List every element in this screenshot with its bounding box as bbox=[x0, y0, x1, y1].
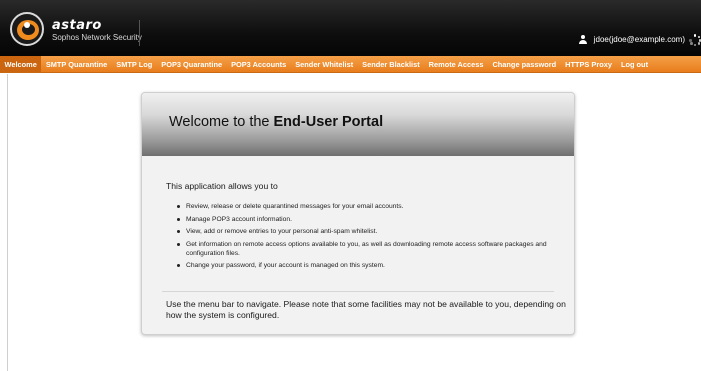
nav-sender-whitelist[interactable]: Sender Whitelist bbox=[291, 56, 358, 72]
top-header: astaro Sophos Network Security jdoe(jdoe… bbox=[0, 0, 701, 56]
nav-change-password[interactable]: Change password bbox=[488, 56, 561, 72]
panel-header: Welcome to the End-User Portal bbox=[142, 93, 574, 156]
user-icon bbox=[579, 35, 588, 44]
loading-spinner-icon bbox=[689, 34, 701, 46]
content-border bbox=[7, 74, 8, 371]
footer-note: Use the menu bar to navigate. Please not… bbox=[166, 299, 566, 320]
astaro-logo-icon bbox=[10, 12, 44, 46]
title-prefix: Welcome to the bbox=[169, 114, 274, 130]
welcome-panel: Welcome to the End-User Portal This appl… bbox=[141, 92, 575, 335]
list-item: Change your password, if your account is… bbox=[177, 261, 571, 270]
user-label: jdoe(jdoe@example.com) bbox=[593, 35, 685, 44]
nav-sender-blacklist[interactable]: Sender Blacklist bbox=[358, 56, 425, 72]
list-item: Get information on remote access options… bbox=[177, 240, 571, 258]
user-info: jdoe(jdoe@example.com) bbox=[579, 35, 685, 44]
brand-subtitle: Sophos Network Security bbox=[52, 33, 142, 42]
list-item: Review, release or delete quarantined me… bbox=[177, 202, 571, 211]
nav-https-proxy[interactable]: HTTPS Proxy bbox=[561, 56, 617, 72]
list-item: Manage POP3 account information. bbox=[177, 215, 571, 224]
nav-smtp-quarantine[interactable]: SMTP Quarantine bbox=[41, 56, 111, 72]
main-nav: Welcome SMTP Quarantine SMTP Log POP3 Qu… bbox=[0, 56, 701, 73]
brand-divider bbox=[139, 20, 140, 46]
nav-remote-access[interactable]: Remote Access bbox=[424, 56, 488, 72]
brand-name: astaro bbox=[52, 18, 102, 33]
nav-smtp-log[interactable]: SMTP Log bbox=[112, 56, 157, 72]
list-item: View, add or remove entries to your pers… bbox=[177, 227, 571, 236]
divider bbox=[162, 291, 554, 292]
title-bold: End-User Portal bbox=[273, 114, 384, 130]
nav-pop3-quarantine[interactable]: POP3 Quarantine bbox=[157, 56, 227, 72]
nav-welcome[interactable]: Welcome bbox=[0, 56, 42, 72]
brand: astaro Sophos Network Security bbox=[52, 18, 142, 43]
nav-log-out[interactable]: Log out bbox=[616, 56, 652, 72]
nav-pop3-accounts[interactable]: POP3 Accounts bbox=[227, 56, 291, 72]
page-title: Welcome to the End-User Portal bbox=[169, 114, 383, 130]
feature-list: Review, release or delete quarantined me… bbox=[177, 202, 571, 274]
intro-text: This application allows you to bbox=[166, 181, 278, 191]
